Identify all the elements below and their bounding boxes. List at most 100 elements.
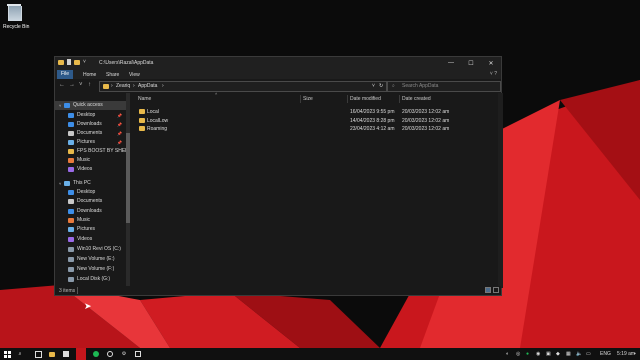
battery-icon[interactable]: ▭ [586,351,591,357]
large-icons-view-icon[interactable] [493,287,499,293]
address-folder-icon [103,84,109,89]
column-header-date-created[interactable]: Date created [402,96,431,102]
column-divider[interactable] [300,95,301,103]
spotify-icon[interactable] [92,350,100,358]
volume-icon[interactable]: 🔈 [576,351,582,357]
expand-arrow-icon[interactable]: ˅ [59,101,61,110]
folder-icon [58,59,64,65]
tray-icon[interactable]: ◉ [536,351,540,357]
nav-scrollbar-thumb[interactable] [126,133,130,223]
nav-scrollbar[interactable] [126,93,130,288]
expand-arrow-icon[interactable]: ˅ [59,179,61,188]
breadcrumb-separator: › [162,83,164,89]
forward-arrow-icon[interactable]: → [69,82,75,88]
nav-label: Documents [77,130,103,136]
taskbar: ⌕ ⚙ ◐ ◎ ● ◉ ▣ ◆ ▦ 🔈 ▭ ENG 5:19 am ▪ [0,348,640,360]
file-date-created: 20/03/2023 12:02 am [402,126,450,132]
ribbon-expand-icon[interactable]: ˅ ? [490,71,497,77]
file-row-locallow[interactable]: LocalLow 14/04/2023 8:28 pm 20/03/2023 1… [135,117,455,125]
minimize-button[interactable]: — [441,57,461,69]
download-icon [68,209,74,214]
file-name: Local [147,109,159,115]
nav-label: Desktop [77,189,96,195]
folder-icon [68,149,74,154]
tab-file[interactable]: File [57,70,74,79]
tray-icon[interactable]: ▣ [546,351,551,357]
music-icon [68,218,74,223]
nav-label: Documents [77,198,103,204]
breadcrumb-zeariq[interactable]: Zeariq [116,82,130,91]
computer-icon [64,181,70,186]
settings-gear-icon[interactable]: ⚙ [120,350,128,358]
column-divider[interactable] [399,95,400,103]
refresh-icon[interactable]: ↻ [379,82,383,91]
file-row-roaming[interactable]: Roaming 23/04/2023 4:12 am 20/03/2023 12… [135,125,455,133]
app-icon[interactable] [134,350,142,358]
breadcrumb-separator: › [133,83,135,89]
close-button[interactable]: ✕ [481,57,501,69]
recycle-bin-graphic [7,4,22,21]
drive-icon [68,267,74,272]
documents-icon [68,199,74,204]
network-icon[interactable]: ▦ [566,351,571,357]
search-box[interactable]: ⌕ Search AppData [387,81,501,92]
pin-icon: 📌 [117,131,122,136]
app-icon[interactable] [106,350,114,358]
file-explorer-taskbar-icon[interactable] [48,350,56,358]
tab-view[interactable]: View [125,71,144,79]
recycle-bin-icon[interactable]: Recycle Bin [3,4,29,30]
pin-icon: 📌 [117,140,122,145]
address-bar[interactable]: › Zeariq › AppData › ˅ ↻ [99,81,387,92]
start-button[interactable] [3,350,11,358]
maximize-button[interactable]: ☐ [461,57,481,69]
task-view-icon[interactable] [34,350,42,358]
nav-label: Downloads [77,208,102,214]
language-indicator[interactable]: ENG [600,351,611,357]
up-arrow-icon[interactable]: ↑ [88,82,91,88]
new-folder-icon[interactable] [74,59,80,65]
window-title: C:\Users\Razal\AppData [99,60,154,66]
status-bar: 3 items [55,286,501,295]
notification-icon[interactable]: ▪ [634,351,636,357]
column-divider[interactable] [347,95,348,103]
breadcrumb-appdata[interactable]: AppData [138,82,157,91]
file-row-local[interactable]: Local 16/04/2023 9:55 pm 20/03/2023 12:0… [135,108,455,116]
nav-label: Videos [77,166,93,172]
file-date-modified: 14/04/2023 8:28 pm [350,118,395,124]
clock[interactable]: 5:19 am [617,351,635,357]
desktop-icon [68,113,74,118]
tray-icon[interactable]: ◆ [556,351,560,357]
tab-home[interactable]: Home [79,71,100,79]
folder-icon [139,118,145,123]
address-dropdown-icon[interactable]: ˅ [372,82,375,91]
details-view-icon[interactable] [485,287,491,293]
title-bar[interactable]: ˅ C:\Users\Razal\AppData — ☐ ✕ [55,57,501,69]
tab-share[interactable]: Share [102,71,123,79]
app-icon[interactable] [62,350,70,358]
file-date-created: 20/03/2023 12:02 am [402,109,450,115]
item-count: 3 items [59,288,76,294]
file-list: Name ˄ Size Date modified Date created L… [135,91,503,288]
chevron-down-icon[interactable]: ˅ [83,59,86,65]
search-icon[interactable]: ⌕ [16,350,24,358]
tray-icon[interactable]: ◎ [516,351,520,357]
properties-icon[interactable] [67,59,71,65]
back-arrow-icon[interactable]: ← [59,82,65,88]
column-header-name[interactable]: Name [138,96,151,102]
file-name: Roaming [147,126,168,132]
file-list-scrollbar[interactable] [498,93,503,288]
column-header-date-modified[interactable]: Date modified [350,96,381,102]
folder-icon [139,109,145,114]
nav-quick-access[interactable]: ˅ Quick access [55,101,126,110]
active-app-icon[interactable] [76,348,86,360]
file-name: LocalLow [147,118,169,124]
recent-locations-icon[interactable]: ˅ [79,82,83,88]
nav-label: Downloads [77,121,102,127]
sort-caret-icon: ˄ [215,91,218,96]
file-date-modified: 23/04/2023 4:12 am [350,126,395,132]
breadcrumb-separator: › [111,83,113,89]
column-header-size[interactable]: Size [303,96,313,102]
tray-spotify-icon[interactable]: ● [526,351,529,357]
tray-icon[interactable]: ◐ [506,351,509,357]
nav-label: Pictures [77,226,96,232]
